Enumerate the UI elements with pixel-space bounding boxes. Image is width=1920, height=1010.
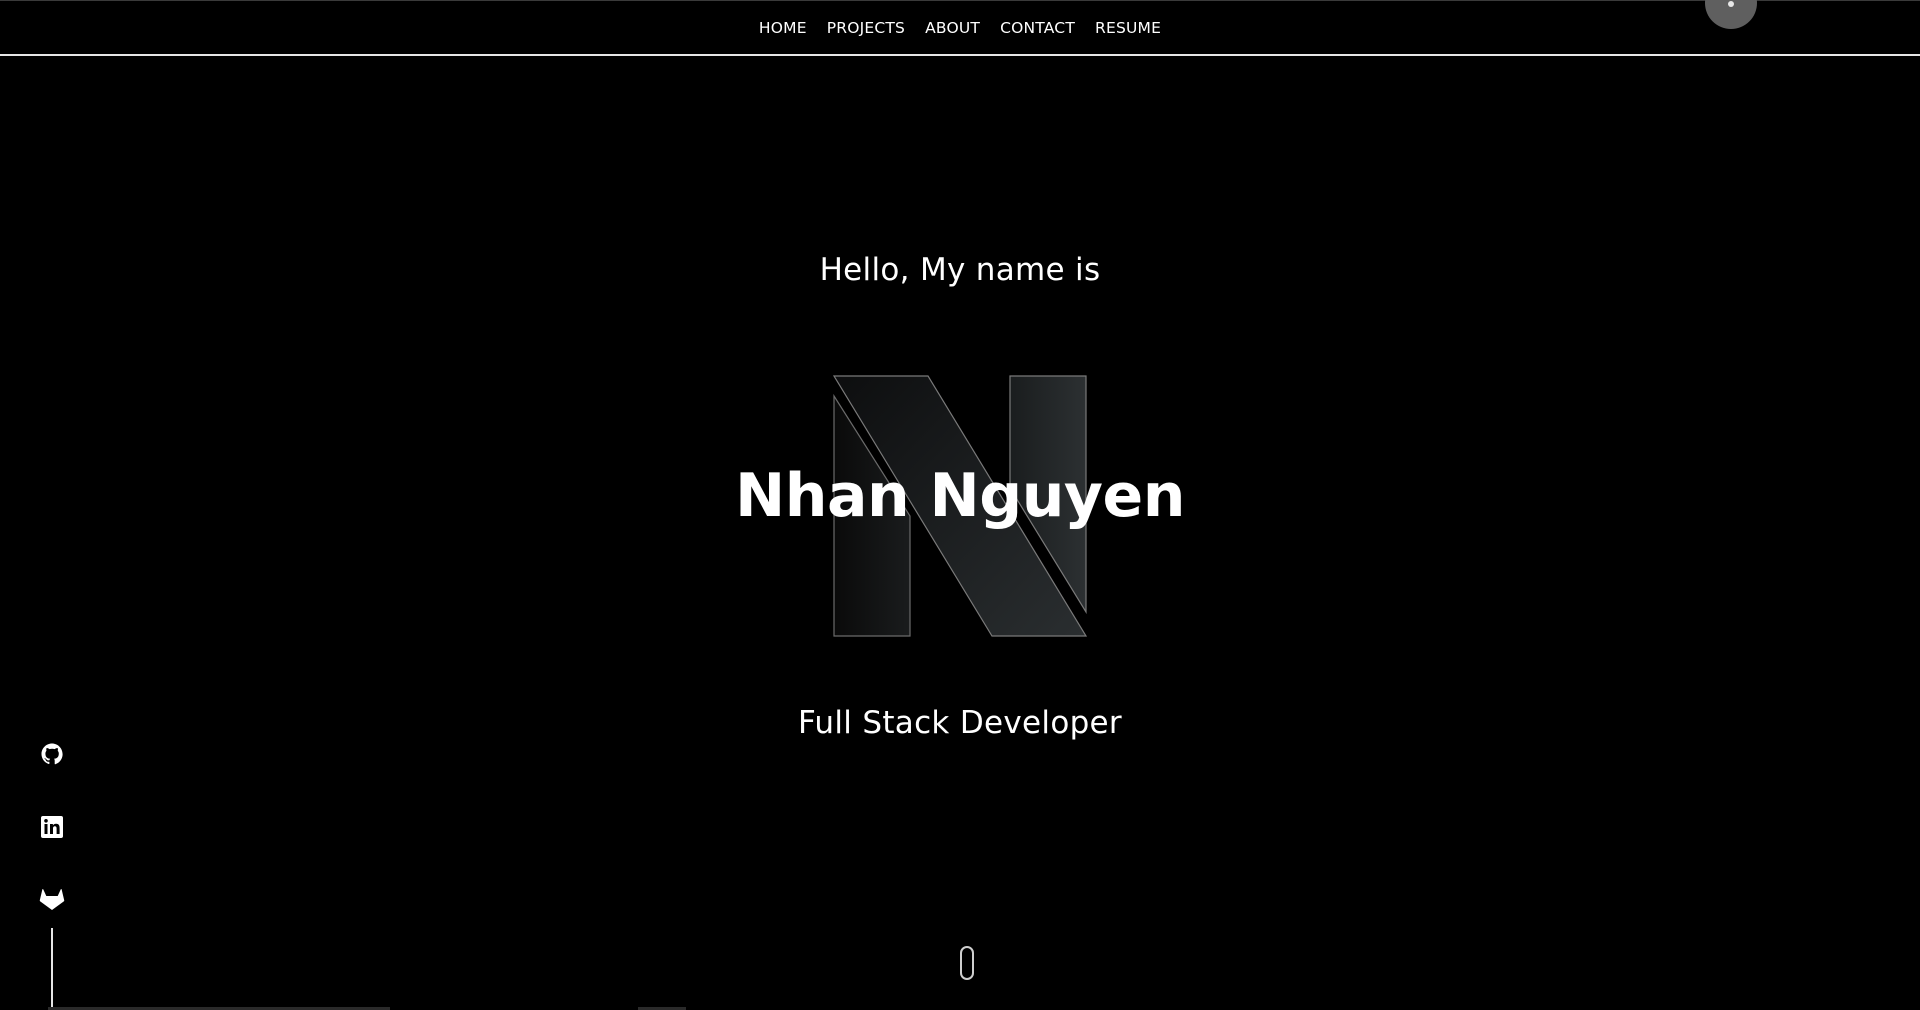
hero-name: Nhan Nguyen bbox=[735, 461, 1185, 531]
nav-link-home[interactable]: HOME bbox=[759, 19, 807, 37]
linkedin-link[interactable] bbox=[38, 813, 66, 841]
github-icon bbox=[41, 743, 63, 765]
main-nav: HOME PROJECTS ABOUT CONTACT RESUME bbox=[0, 1, 1920, 55]
gitlab-link[interactable] bbox=[38, 885, 66, 913]
nav-link-projects[interactable]: PROJECTS bbox=[827, 19, 905, 37]
github-link[interactable] bbox=[38, 740, 66, 768]
hero-role: Full Stack Developer bbox=[798, 705, 1122, 741]
hero-greeting: Hello, My name is bbox=[819, 252, 1101, 288]
toggle-dot-icon bbox=[1728, 1, 1734, 7]
scroll-down-mouse-icon[interactable] bbox=[960, 946, 974, 980]
social-divider-line bbox=[51, 928, 53, 1010]
linkedin-icon bbox=[41, 816, 63, 838]
gitlab-icon bbox=[39, 889, 65, 910]
nav-link-about[interactable]: ABOUT bbox=[925, 19, 980, 37]
nav-link-resume[interactable]: RESUME bbox=[1095, 19, 1161, 37]
top-navigation-bar: HOME PROJECTS ABOUT CONTACT RESUME bbox=[0, 0, 1920, 56]
nav-link-contact[interactable]: CONTACT bbox=[1000, 19, 1075, 37]
page: HOME PROJECTS ABOUT CONTACT RESUME Hello… bbox=[0, 0, 1920, 1010]
